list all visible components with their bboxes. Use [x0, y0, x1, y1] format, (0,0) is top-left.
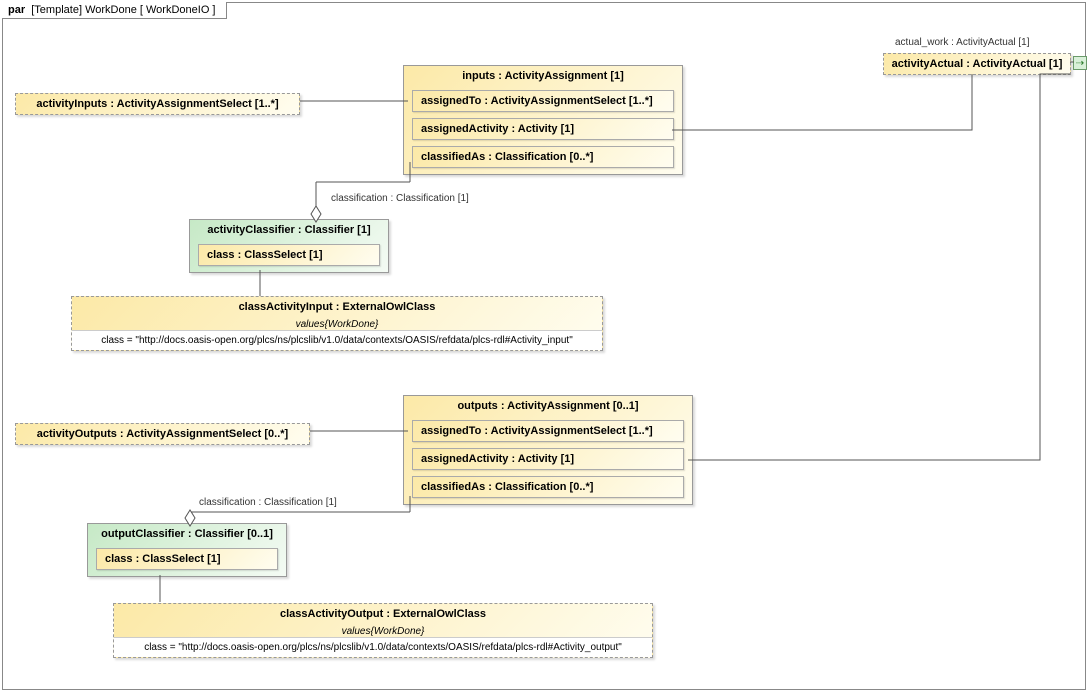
frame-name: WorkDone	[85, 4, 137, 16]
owl-values-tag: values{WorkDone}	[72, 317, 602, 330]
box-activity-classifier[interactable]: activityClassifier : Classifier [1] clas…	[189, 219, 389, 273]
slot-classified-as[interactable]: classifiedAs : Classification [0..*]	[412, 146, 674, 168]
slot-classified-as[interactable]: classifiedAs : Classification [0..*]	[412, 476, 684, 498]
box-class-activity-output[interactable]: classActivityOutput : ExternalOwlClass v…	[113, 603, 653, 658]
frame-label: par [Template] WorkDone [ WorkDoneIO ]	[2, 2, 227, 19]
edge-label-actual-work: actual_work : ActivityActual [1]	[895, 37, 1030, 48]
box-activity-outputs[interactable]: activityOutputs : ActivityAssignmentSele…	[15, 423, 310, 445]
box-activity-actual[interactable]: activityActual : ActivityActual [1]	[883, 53, 1071, 75]
slot-assigned-to[interactable]: assignedTo : ActivityAssignmentSelect [1…	[412, 420, 684, 442]
box-class-activity-input[interactable]: classActivityInput : ExternalOwlClass va…	[71, 296, 603, 351]
box-title: activityClassifier : Classifier [1]	[190, 220, 388, 240]
box-title: classActivityInput : ExternalOwlClass	[72, 297, 602, 317]
box-title: activityActual : ActivityActual [1]	[884, 54, 1070, 74]
box-activity-inputs[interactable]: activityInputs : ActivityAssignmentSelec…	[15, 93, 300, 115]
slot-assigned-activity[interactable]: assignedActivity : Activity [1]	[412, 448, 684, 470]
owl-values-tag: values{WorkDone}	[114, 624, 652, 637]
arrow-right-icon: ⇢	[1076, 58, 1084, 69]
box-title: activityInputs : ActivityAssignmentSelec…	[16, 94, 299, 114]
owl-class-value: class = "http://docs.oasis-open.org/plcs…	[72, 330, 602, 350]
box-title: activityOutputs : ActivityAssignmentSele…	[16, 424, 309, 444]
slot-assigned-activity[interactable]: assignedActivity : Activity [1]	[412, 118, 674, 140]
box-title: outputs : ActivityAssignment [0..1]	[404, 396, 692, 416]
slot-class[interactable]: class : ClassSelect [1]	[96, 548, 278, 570]
box-outputs[interactable]: outputs : ActivityAssignment [0..1] assi…	[403, 395, 693, 505]
frame-stereotype: [Template]	[31, 4, 82, 16]
frame-kind: par	[8, 4, 25, 16]
flow-port-icon[interactable]: ⇢	[1073, 56, 1087, 70]
box-inputs[interactable]: inputs : ActivityAssignment [1] assigned…	[403, 65, 683, 175]
box-output-classifier[interactable]: outputClassifier : Classifier [0..1] cla…	[87, 523, 287, 577]
box-title: inputs : ActivityAssignment [1]	[404, 66, 682, 86]
edge-label-classification-1: classification : Classification [1]	[331, 193, 469, 204]
edge-label-classification-2: classification : Classification [1]	[199, 497, 337, 508]
slot-class[interactable]: class : ClassSelect [1]	[198, 244, 380, 266]
box-title: classActivityOutput : ExternalOwlClass	[114, 604, 652, 624]
box-title: outputClassifier : Classifier [0..1]	[88, 524, 286, 544]
frame-context: [ WorkDoneIO ]	[140, 4, 216, 16]
owl-class-value: class = "http://docs.oasis-open.org/plcs…	[114, 637, 652, 657]
slot-assigned-to[interactable]: assignedTo : ActivityAssignmentSelect [1…	[412, 90, 674, 112]
diagram-frame: par [Template] WorkDone [ WorkDoneIO ] a…	[2, 2, 1086, 690]
